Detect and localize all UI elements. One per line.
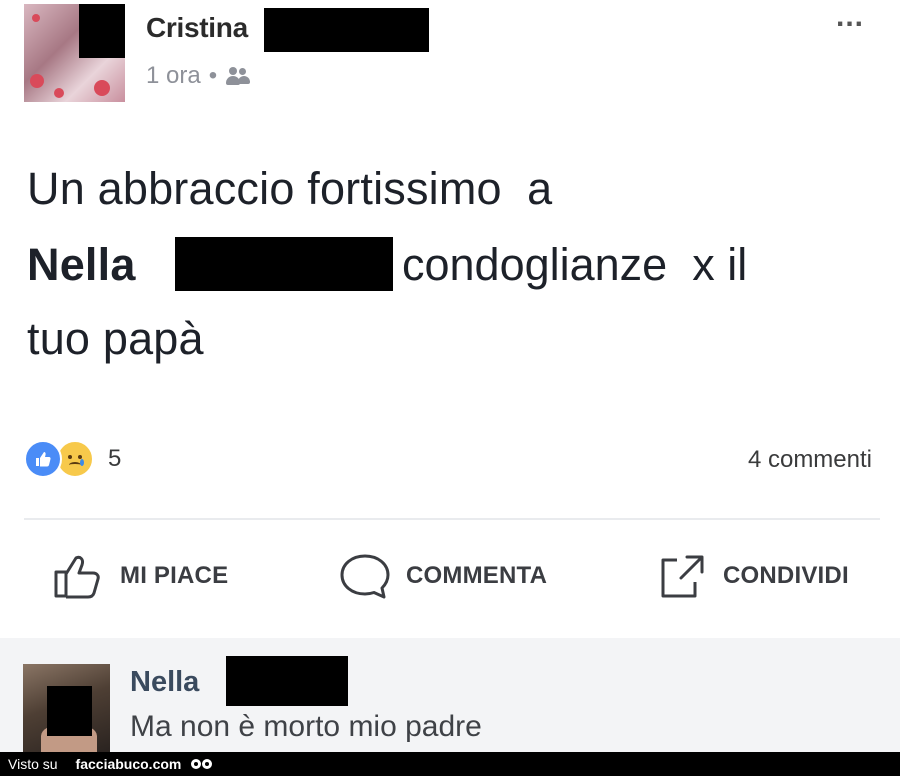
divider — [24, 518, 880, 520]
thumbs-up-icon — [54, 555, 100, 599]
like-icon — [24, 440, 62, 478]
footer-prefix: Visto su — [8, 756, 58, 772]
redaction-bar — [47, 686, 92, 736]
eyes-logo-icon — [191, 759, 213, 769]
post-author-name[interactable]: Cristina — [146, 12, 248, 44]
post-text-line-2: condoglianze x il — [402, 239, 748, 290]
reaction-count: 5 — [108, 445, 122, 472]
redaction-bar — [175, 237, 393, 291]
watermark-footer: Visto su facciabuco.com — [0, 752, 900, 776]
share-button[interactable]: CONDIVIDI — [655, 552, 849, 600]
footer-site: facciabuco.com — [76, 756, 213, 772]
share-icon — [661, 555, 704, 598]
post-time[interactable]: 1 ora — [146, 62, 201, 90]
comment-item: Nella Ma non è morto mio padre — [0, 638, 900, 752]
reactions-summary[interactable]: 5 — [24, 440, 121, 478]
post-actions-bar: MI PIACE COMMENTA CONDIVIDI — [0, 540, 900, 620]
more-options-button[interactable]: ... — [836, 0, 864, 34]
redaction-bar — [79, 4, 125, 58]
post-meta: 1 ora • — [146, 62, 255, 90]
commenter-name[interactable]: Nella — [130, 666, 199, 699]
redaction-bar — [264, 8, 429, 52]
comments-count-link[interactable]: 4 commenti — [748, 446, 872, 474]
post-text-tagged-name[interactable]: Nella — [27, 239, 136, 291]
share-button-label: CONDIVIDI — [723, 562, 849, 589]
commenter-avatar[interactable] — [23, 664, 110, 752]
like-button-label: MI PIACE — [120, 562, 229, 589]
friends-icon — [225, 66, 255, 86]
comment-button-label: COMMENTA — [406, 562, 548, 589]
comment-bubble-icon — [340, 554, 390, 599]
post-text-line-3: tuo papà — [27, 313, 204, 364]
meta-separator: • — [208, 62, 218, 89]
comment-button[interactable]: COMMENTA — [338, 552, 547, 600]
post-text-line-1: Un abbraccio fortissimo a — [27, 163, 553, 214]
like-button[interactable]: MI PIACE — [52, 552, 228, 600]
comment-text: Ma non è morto mio padre — [130, 710, 482, 743]
author-avatar[interactable] — [24, 4, 125, 102]
redaction-bar — [226, 656, 348, 706]
post-card: Cristina 1 ora • ... Un abbraccio fortis… — [0, 0, 900, 638]
